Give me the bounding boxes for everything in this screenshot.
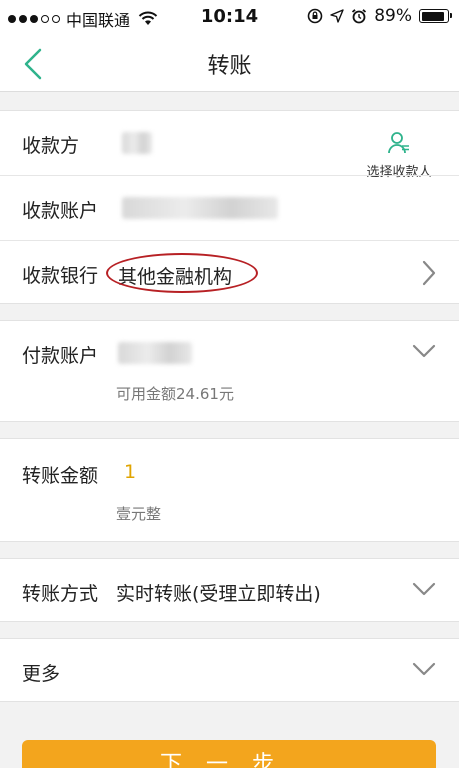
chevron-right-icon: [422, 260, 436, 286]
page-title: 转账: [207, 54, 252, 79]
chevron-down-icon: [412, 582, 436, 596]
payer-account-label: 付款账户: [22, 345, 99, 367]
payee-bank-label: 收款银行: [22, 265, 99, 287]
more-section: 更多: [0, 638, 459, 702]
available-balance: 可用金额24.61元: [116, 385, 234, 403]
status-right: 89%: [307, 6, 452, 26]
highlight-annotation: [106, 253, 258, 293]
chevron-down-icon: [412, 344, 436, 358]
more-row[interactable]: 更多: [0, 639, 459, 703]
payee-account-redacted: [122, 197, 278, 219]
payee-section: 收款方 选择收款人 收款账户 收款银行 其他金融机构: [0, 110, 459, 304]
transfer-method-label: 转账方式: [22, 583, 99, 605]
battery-level: [421, 11, 444, 21]
person-icon: [388, 132, 409, 154]
amount-section: 转账金额 1 壹元整: [0, 438, 459, 542]
payee-row[interactable]: 收款方 选择收款人: [0, 111, 459, 180]
location-icon: [330, 9, 344, 23]
amount-in-chinese: 壹元整: [116, 505, 162, 523]
transfer-method-value: 实时转账(受理立即转出): [116, 583, 321, 605]
battery-percent: 89%: [374, 6, 412, 26]
payer-account-row[interactable]: 付款账户: [0, 321, 459, 385]
payee-label: 收款方: [22, 135, 80, 157]
select-payee-button[interactable]: 选择收款人: [359, 131, 439, 180]
payee-bank-row[interactable]: 收款银行 其他金融机构: [0, 241, 459, 305]
payer-account-redacted: [118, 342, 192, 364]
orientation-lock-icon: [307, 8, 323, 24]
alarm-icon: [352, 9, 367, 24]
battery-icon: [419, 9, 452, 23]
amount-row[interactable]: 转账金额 1: [0, 439, 459, 503]
payee-account-label: 收款账户: [22, 200, 99, 222]
more-label: 更多: [22, 663, 61, 685]
amount-input[interactable]: 1: [124, 461, 136, 483]
amount-label: 转账金额: [22, 465, 99, 487]
transfer-screen: 中国联通 10:14 89% 转账 收款方 选择收款人 收款账户 收款银行 其他…: [0, 0, 459, 768]
payer-section: 付款账户 可用金额24.61元: [0, 320, 459, 422]
status-bar: 中国联通 10:14 89%: [0, 0, 459, 34]
payee-account-row[interactable]: 收款账户: [0, 176, 459, 240]
chevron-down-icon: [412, 662, 436, 676]
payee-name-redacted: [122, 132, 152, 154]
transfer-method-row[interactable]: 转账方式 实时转账(受理立即转出): [0, 559, 459, 623]
next-step-button[interactable]: 下一步: [22, 740, 436, 768]
nav-bar: 转账: [0, 34, 459, 92]
method-section: 转账方式 实时转账(受理立即转出): [0, 558, 459, 622]
